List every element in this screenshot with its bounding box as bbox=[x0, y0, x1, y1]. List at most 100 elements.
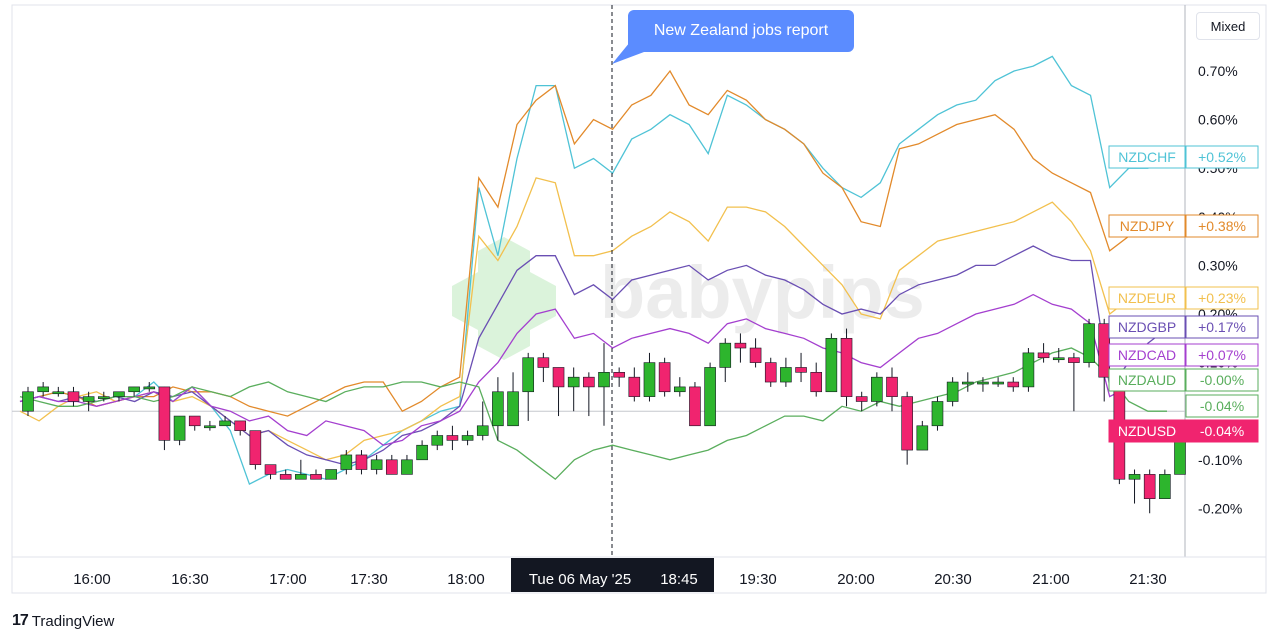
candle-body bbox=[1037, 352, 1050, 359]
candle-body bbox=[673, 386, 686, 393]
series-line-nzdjpy bbox=[19, 69, 1168, 417]
candle-body bbox=[795, 367, 807, 373]
candle-body bbox=[961, 381, 974, 385]
candle-body bbox=[173, 415, 186, 441]
candle-body bbox=[643, 362, 656, 397]
candle-body bbox=[916, 425, 929, 451]
legend-item: NZDJPY +0.38% bbox=[1108, 214, 1259, 238]
x-tick-label: 16:30 bbox=[171, 571, 209, 588]
legend-name: NZDCAD bbox=[1118, 347, 1176, 363]
x-tick-label: 16:00 bbox=[73, 571, 111, 588]
candle-body bbox=[446, 435, 459, 441]
candle-body bbox=[901, 396, 913, 451]
candle-body bbox=[401, 459, 413, 475]
legend-value: +0.07% bbox=[1198, 347, 1246, 363]
chart-area[interactable]: babypips0.70%0.60%0.50%0.40%0.30%0.20%0.… bbox=[0, 0, 1280, 644]
tradingview-logo[interactable]: 17 TradingView bbox=[12, 612, 114, 630]
babypips-watermark: babypips bbox=[452, 237, 925, 360]
candle-body bbox=[977, 381, 989, 385]
candle-body bbox=[158, 386, 171, 441]
candle-body bbox=[1098, 323, 1111, 378]
tradingview-logo-icon: 17 bbox=[12, 612, 29, 629]
candle-body bbox=[719, 342, 732, 368]
legend-item: NZDEUR +0.23% bbox=[1108, 286, 1259, 310]
legend-value: -0.00% bbox=[1200, 372, 1244, 388]
legend-name: NZDCHF bbox=[1118, 149, 1176, 165]
legend-name: NZDGBP bbox=[1118, 319, 1176, 335]
candle-body bbox=[583, 376, 595, 388]
crosshair-time-text: 18:45 bbox=[660, 571, 698, 588]
candle-body bbox=[840, 337, 853, 397]
candle-body bbox=[598, 372, 610, 388]
candle-body bbox=[810, 372, 823, 393]
candle-body bbox=[1022, 352, 1035, 388]
candle-body bbox=[52, 391, 65, 395]
candle-body bbox=[628, 376, 641, 397]
candle-body bbox=[1159, 474, 1171, 499]
candle-body bbox=[825, 337, 838, 393]
y-tick-label: 0.70% bbox=[1198, 63, 1238, 79]
candle-body bbox=[1083, 323, 1095, 363]
callout-text: New Zealand jobs report bbox=[653, 22, 829, 39]
candle-body bbox=[689, 386, 701, 427]
x-tick-label: 21:30 bbox=[1129, 571, 1167, 588]
x-tick-label: 18:00 bbox=[447, 571, 485, 588]
candle-body bbox=[370, 459, 383, 470]
candle-body bbox=[249, 430, 262, 465]
y-tick-label: 0.60% bbox=[1198, 112, 1238, 128]
candle-body bbox=[507, 391, 519, 427]
legend-item: NZDAUD -0.00% bbox=[1108, 368, 1259, 392]
candle-body bbox=[567, 376, 580, 388]
x-tick-label: 21:00 bbox=[1032, 571, 1070, 588]
scale-mode-button[interactable]: Mixed bbox=[1196, 12, 1260, 40]
candle-body bbox=[946, 381, 959, 402]
y-tick-label: -0.10% bbox=[1198, 452, 1242, 468]
series-line-nzdgbp bbox=[19, 245, 1168, 466]
candle-body bbox=[310, 474, 322, 480]
candle-body bbox=[22, 391, 34, 412]
candle-body bbox=[871, 376, 883, 402]
candle-body bbox=[764, 362, 777, 383]
candle-body bbox=[749, 347, 762, 363]
candle-body bbox=[855, 396, 868, 402]
candle-body bbox=[188, 415, 201, 427]
legend-value: +0.38% bbox=[1198, 218, 1246, 234]
candle-body bbox=[931, 401, 944, 427]
candle-body bbox=[97, 396, 110, 399]
candle-body bbox=[1143, 474, 1156, 499]
candle-body bbox=[613, 372, 625, 378]
candle-body bbox=[264, 464, 277, 475]
candle-body bbox=[492, 391, 504, 427]
series-line-nzdaud bbox=[19, 347, 1167, 481]
candle-body bbox=[279, 474, 292, 480]
legend-item: NZDGBP +0.17% bbox=[1108, 315, 1259, 339]
news-callout: New Zealand jobs report bbox=[628, 10, 854, 52]
candle-body bbox=[992, 381, 1004, 385]
candle-body bbox=[340, 454, 353, 470]
candle-body bbox=[522, 357, 535, 393]
y-tick-label: -0.20% bbox=[1198, 500, 1242, 516]
candle-body bbox=[734, 342, 747, 349]
legend-item: NZDUSD -0.04% bbox=[1108, 419, 1259, 443]
legend-value: +0.17% bbox=[1198, 319, 1246, 335]
legend-name: NZDEUR bbox=[1118, 290, 1176, 306]
legend-item: -0.04% bbox=[1185, 394, 1259, 418]
candle-body bbox=[295, 474, 307, 480]
legend-value: +0.52% bbox=[1198, 149, 1246, 165]
tradingview-brand: TradingView bbox=[31, 612, 115, 630]
candle-body bbox=[143, 386, 156, 390]
candle-body bbox=[204, 425, 216, 429]
candle-body bbox=[886, 376, 898, 397]
candle-body bbox=[658, 362, 671, 393]
x-tick-label: 19:30 bbox=[739, 571, 777, 588]
candle-body bbox=[234, 420, 247, 431]
legend-name: NZDUSD bbox=[1118, 423, 1176, 439]
x-tick-label: 17:30 bbox=[350, 571, 388, 588]
crosshair-date-text: Tue 06 May '25 bbox=[529, 571, 631, 588]
y-tick-label: 0.30% bbox=[1198, 257, 1238, 273]
candle-body bbox=[1052, 357, 1065, 361]
candle-body bbox=[355, 454, 368, 470]
candle-body bbox=[82, 396, 95, 402]
candle-body bbox=[67, 391, 80, 402]
legend-value: -0.04% bbox=[1200, 398, 1244, 414]
